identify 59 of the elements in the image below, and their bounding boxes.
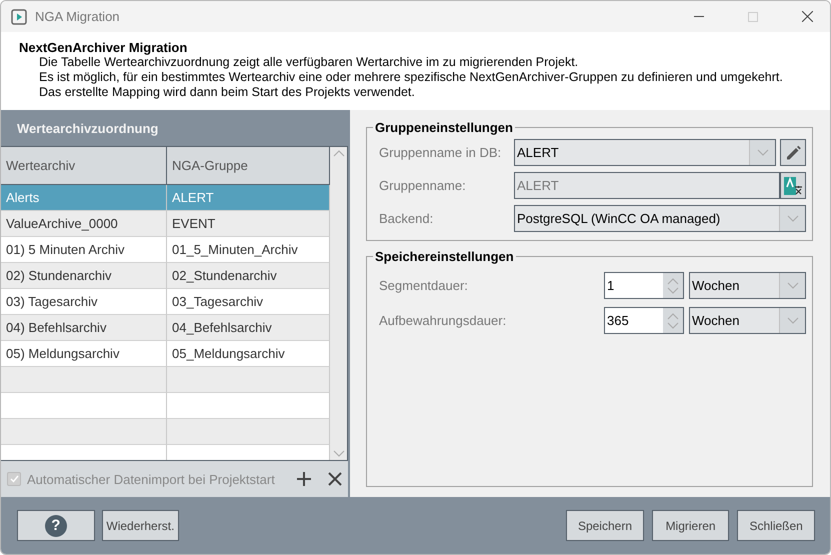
dropdown[interactable]: Wochen [689, 272, 806, 299]
description-text: Die Tabelle Wertearchivzuordnung zeigt alle verfügbaren Wertarchive im zu migrierenden Projekt. [38, 55, 580, 70]
field-label: Gruppenname in DB: [379, 145, 502, 160]
translate-icon [783, 176, 803, 196]
table-cell[interactable]: 02) Stundenarchiv [1, 263, 167, 289]
window-title: NGA Migration [35, 9, 121, 24]
remove-icon[interactable] [328, 472, 342, 486]
table-cell[interactable]: 05) Meldungsarchiv [1, 341, 167, 367]
spinner-arrows-icon[interactable] [667, 312, 679, 330]
table-cell[interactable]: EVENT [167, 211, 330, 237]
chevron-down-icon [786, 282, 798, 289]
column-header[interactable]: Wertearchiv [1, 147, 167, 185]
chevron-up-icon [332, 150, 344, 157]
dropdown[interactable]: Wochen [689, 307, 806, 334]
field-label: Segmentdauer: [379, 278, 469, 293]
help-button[interactable]: ? [17, 510, 95, 541]
dropdown[interactable]: PostgreSQL (WinCC OA managed) [514, 205, 806, 232]
check-icon [10, 475, 18, 483]
pencil-icon [784, 144, 802, 162]
table-cell[interactable]: 01) 5 Minuten Archiv [1, 237, 167, 263]
chevron-down-icon [786, 317, 798, 324]
header-title: NextGenArchiver Migration [19, 40, 188, 55]
table-cell[interactable]: 03) Tagesarchiv [1, 289, 167, 315]
table-cell[interactable]: 05_Meldungsarchiv [167, 341, 330, 367]
chevron-down-icon [332, 450, 344, 457]
group-title: Speichereinstellungen [374, 249, 515, 264]
save-button[interactable]: Speichern [566, 510, 644, 541]
group-title: Gruppeneinstellungen [374, 120, 514, 135]
close-icon[interactable] [802, 11, 812, 22]
description-text: Das erstellte Mapping wird dann beim Start des Projekts verwendet. [38, 85, 416, 100]
maximize-icon[interactable] [748, 12, 758, 22]
table-cell[interactable]: ValueArchive_0000 [1, 211, 167, 237]
checkbox-label: Automatischer Datenimport bei Projektstart [27, 472, 276, 486]
dropdown[interactable]: ALERT [514, 139, 776, 166]
table-cell[interactable]: 04) Befehlsarchiv [1, 315, 167, 341]
panel-title: Wertearchivzuordnung [1, 110, 348, 146]
migrate-button[interactable]: Migrieren [652, 510, 730, 541]
table-cell[interactable]: 04_Befehlsarchiv [167, 315, 330, 341]
chevron-down-icon [756, 149, 768, 156]
edit-button[interactable] [780, 139, 806, 166]
minimize-icon[interactable] [694, 16, 704, 17]
field-label: Gruppenname: [379, 178, 467, 193]
table-cell[interactable]: 03_Tagesarchiv [167, 289, 330, 315]
table-cell[interactable]: 02_Stundenarchiv [167, 263, 330, 289]
number-field[interactable]: 1 [604, 272, 684, 299]
add-icon[interactable] [296, 471, 312, 487]
app-icon [11, 8, 27, 24]
scrollbar[interactable] [330, 147, 347, 460]
spinner-arrows-icon[interactable] [667, 276, 679, 294]
close-dialog-button[interactable]: Schließen [737, 510, 815, 541]
number-field[interactable]: 365 [604, 307, 684, 334]
translate-button[interactable] [780, 172, 806, 199]
table-cell[interactable]: 01_5_Minuten_Archiv [167, 237, 330, 263]
restore-button[interactable]: Wiederherst. [102, 510, 180, 541]
description-text: Es ist möglich, für ein bestimmtes Wertearchiv eine oder mehrere spezifische NextGenArchiver-Gruppen zu definieren und umgekehrt. [38, 70, 784, 85]
column-header[interactable]: NGA-Gruppe [167, 147, 330, 185]
chevron-down-icon [786, 215, 798, 222]
field-label: Aufbewahrungsdauer: [379, 313, 508, 328]
field-label: Backend: [379, 211, 434, 226]
